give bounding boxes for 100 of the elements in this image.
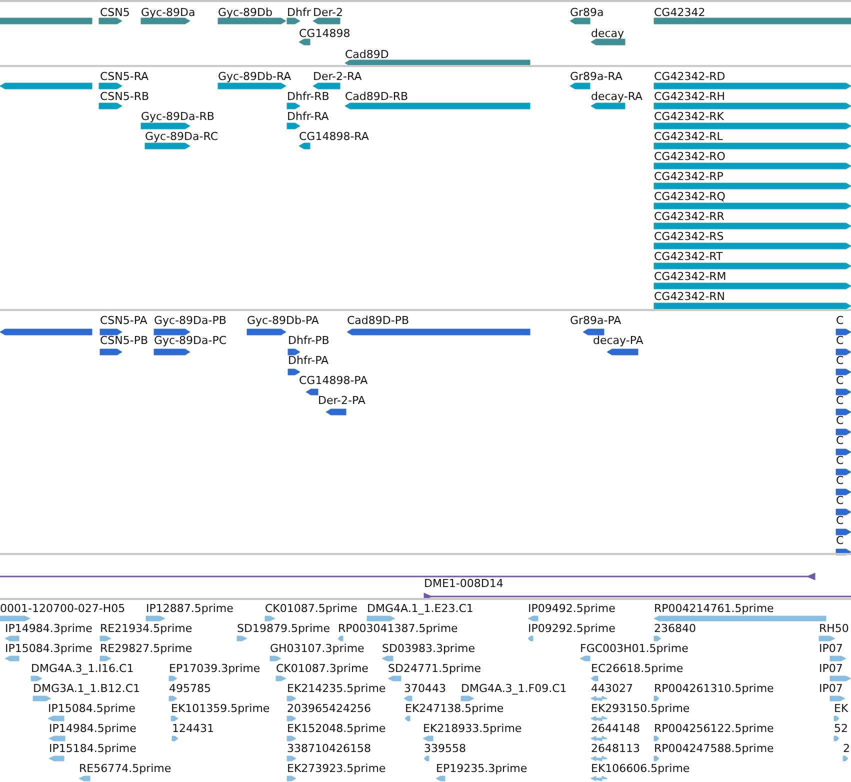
feature-label: CG42342-RS bbox=[654, 230, 724, 243]
feature-label: CG14898-RA bbox=[299, 130, 369, 143]
feature-label: RP004256122.5prime bbox=[654, 722, 774, 735]
feature-label: C bbox=[836, 394, 844, 407]
feature-label: RP004247588.5prime bbox=[654, 742, 774, 755]
feature-label: CSN5 bbox=[100, 6, 130, 19]
feature-label: IP12887.5prime bbox=[146, 602, 234, 615]
feature-label: CG14898-PA bbox=[299, 374, 368, 387]
feature-label: Gyc-89Da-RC bbox=[145, 130, 218, 143]
feature-label: Gyc-89Db-PA bbox=[247, 314, 319, 327]
feature-label: Gyc-89Db bbox=[218, 6, 273, 19]
feature-label: CSN5-PB bbox=[100, 334, 148, 347]
feature-label: C bbox=[836, 334, 844, 347]
feature-label: 0001-120700-027-H05 bbox=[0, 602, 126, 615]
feature-label: RE21934.5prime bbox=[100, 622, 192, 635]
feature-label: IP14984.5prime bbox=[49, 722, 136, 735]
feature-label: CG42342 bbox=[654, 6, 706, 19]
feature-label: decay-PA bbox=[593, 334, 644, 347]
feature-label: Gyc-89Da-RB bbox=[141, 110, 214, 123]
feature-label: C bbox=[836, 534, 844, 547]
feature-label: CG42342-RH bbox=[654, 90, 726, 103]
feature-label: EK273923.5prime bbox=[287, 762, 386, 775]
feature-label: EP17039.3prime bbox=[169, 662, 260, 675]
feature-label: decay-RA bbox=[591, 90, 643, 103]
feature-label: GH03107.3prime bbox=[270, 642, 364, 655]
feature-label: EK106606.5prime bbox=[591, 762, 690, 775]
feature-label: EC26618.5prime bbox=[591, 662, 684, 675]
feature-label: RP004261310.5prime bbox=[654, 682, 774, 695]
feature-label: IP15084.3prime bbox=[5, 642, 92, 655]
feature-label: CG42342-RM bbox=[654, 270, 726, 283]
feature-label: DMG4A.1_1.E23.C1 bbox=[367, 602, 474, 615]
feature-label: Gyc-89Db-RA bbox=[218, 70, 292, 83]
feature-label: CG14898 bbox=[299, 27, 350, 40]
feature-label: IP09292.5prime bbox=[528, 622, 616, 635]
feature-label: C bbox=[836, 494, 844, 507]
feature-label: CSN5-PA bbox=[100, 314, 148, 327]
feature-label: IP15084.5prime bbox=[48, 702, 136, 715]
feature-label: C bbox=[836, 454, 844, 467]
feature-label: RE29827.5prime bbox=[100, 642, 192, 655]
feature-label: DMG4A.3_1.I16.C1 bbox=[31, 662, 134, 675]
feature-label: Gyc-89Da-PB bbox=[154, 314, 226, 327]
feature-label: Dhfr-PB bbox=[288, 334, 330, 347]
feature-label: C bbox=[836, 414, 844, 427]
feature-label: IP15184.5prime bbox=[49, 742, 136, 755]
feature-label: EK247138.5prime bbox=[405, 702, 504, 715]
feature-label: IP07 bbox=[819, 682, 843, 695]
feature-label: 443027 bbox=[591, 682, 633, 695]
feature-label: C bbox=[836, 374, 844, 387]
feature-label: 124431 bbox=[172, 722, 214, 735]
feature-label: 370443 bbox=[404, 682, 446, 695]
feature-label: RP003041387.5prime bbox=[338, 622, 458, 635]
feature-label: Cad89D-PB bbox=[347, 314, 410, 327]
feature-label: Dhfr bbox=[287, 6, 311, 19]
feature-label: CSN5-RB bbox=[100, 90, 150, 103]
feature-label: 2648113 bbox=[591, 742, 640, 755]
feature-label: CK01087.5prime bbox=[265, 602, 358, 615]
feature-label: DMG4A.3_1.F09.C1 bbox=[461, 682, 567, 695]
feature-label: CSN5-RA bbox=[100, 70, 149, 83]
feature-label: CG42342-RP bbox=[654, 170, 724, 183]
feature-label: CG42342-RT bbox=[654, 250, 723, 263]
feature-label: DMG3A.1_1.B12.C1 bbox=[33, 682, 140, 695]
feature-label: 2644148 bbox=[591, 722, 640, 735]
feature-label: Der-2 bbox=[313, 6, 344, 19]
feature-label: CG42342-RD bbox=[654, 70, 726, 83]
feature-label: EP19235.3prime bbox=[436, 762, 528, 775]
feature-label: C bbox=[836, 434, 844, 447]
feature-label: IP07 bbox=[819, 662, 843, 675]
feature-label: C bbox=[836, 314, 844, 327]
feature-label: Cad89D bbox=[345, 48, 389, 61]
feature-label: 495785 bbox=[169, 682, 211, 695]
feature-label: EK152048.5prime bbox=[287, 722, 386, 735]
feature-label: Gr89a-PA bbox=[570, 314, 622, 327]
feature-label: CG42342-RQ bbox=[654, 190, 726, 203]
feature-label: SD24771.5prime bbox=[388, 662, 481, 675]
feature-label: SD03983.3prime bbox=[382, 642, 475, 655]
feature-label: Cad89D-RB bbox=[345, 90, 408, 103]
feature-label: decay bbox=[591, 27, 624, 40]
feature-label: RE56774.5prime bbox=[79, 762, 172, 775]
feature-label: EK293150.5prime bbox=[591, 702, 690, 715]
feature-label: RH50 bbox=[819, 622, 849, 635]
feature-label: CG42342-RO bbox=[654, 150, 726, 163]
feature-label: RP004214761.5prime bbox=[654, 602, 774, 615]
feature-label: Gr89a bbox=[570, 6, 604, 19]
feature-label: IP09492.5prime bbox=[528, 602, 616, 615]
feature-label: EK101359.5prime bbox=[171, 702, 270, 715]
feature-label: FGC003H01.5prime bbox=[580, 642, 688, 655]
feature-label: 338710426158 bbox=[287, 742, 371, 755]
feature-label: 339558 bbox=[424, 742, 466, 755]
feature-label: Der-2-PA bbox=[318, 394, 366, 407]
feature-label: Gyc-89Da-PC bbox=[154, 334, 227, 347]
feature-label: Dhfr-RA bbox=[287, 110, 329, 123]
feature-label: EK bbox=[834, 702, 848, 715]
feature-label: 2 bbox=[843, 742, 850, 755]
feature-label: IP14984.3prime bbox=[5, 622, 92, 635]
feature-label: DME1-008D14 bbox=[424, 577, 504, 590]
feature-label: CG42342-RK bbox=[654, 110, 724, 123]
feature-label: 203965424256 bbox=[287, 702, 371, 715]
feature-label: Dhfr-PA bbox=[288, 354, 329, 367]
feature-label: 52 bbox=[834, 722, 848, 735]
feature-label: C bbox=[836, 474, 844, 487]
